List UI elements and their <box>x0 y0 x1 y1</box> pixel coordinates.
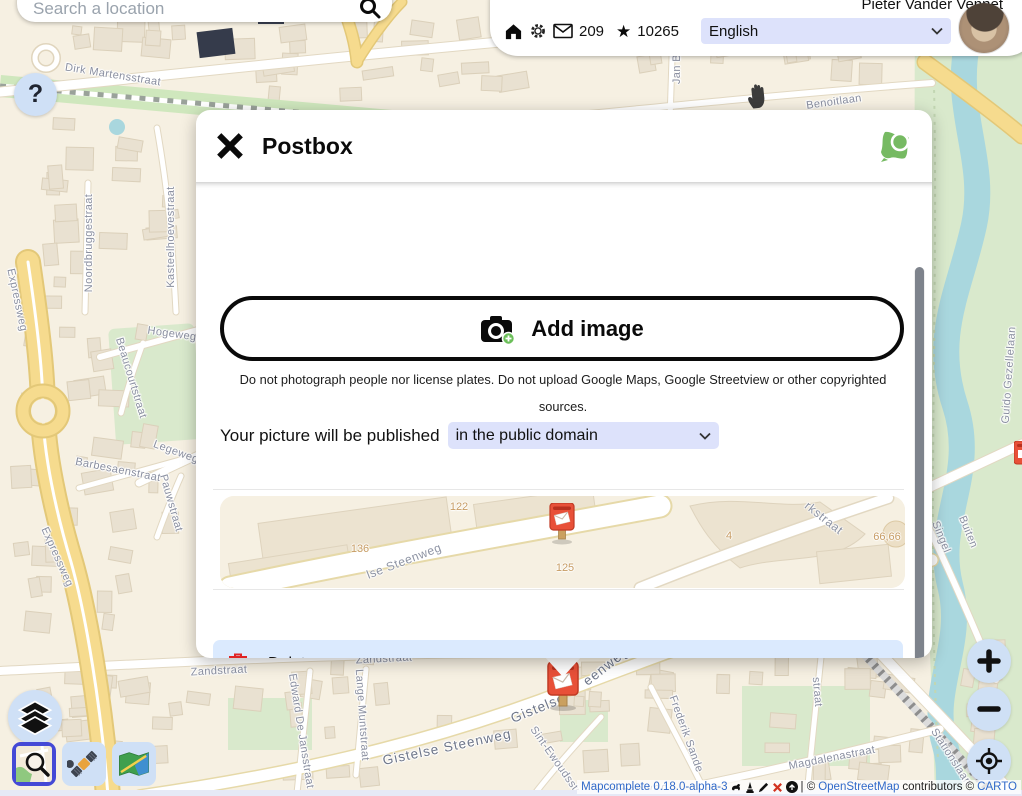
dialog-title: Postbox <box>262 133 353 160</box>
hand-cursor-icon <box>744 80 772 110</box>
envelope-icon[interactable] <box>553 23 573 39</box>
folded-map-icon <box>117 749 151 779</box>
help-button[interactable]: ? <box>14 73 57 116</box>
statue-icon <box>745 782 755 793</box>
scrollbar-thumb[interactable] <box>915 267 924 658</box>
background-layer-map-button[interactable] <box>112 742 156 786</box>
satellite-icon <box>67 747 101 781</box>
star-count[interactable]: 10265 <box>637 23 679 40</box>
crosshair-icon <box>975 747 1003 775</box>
attribution-separator: | © <box>801 781 816 793</box>
osm-map-icon <box>16 746 52 782</box>
layers-icon <box>16 699 54 735</box>
delete-button[interactable]: Delete <box>213 640 903 658</box>
contributors-text: contributors © <box>902 781 974 793</box>
minus-icon <box>977 697 1001 721</box>
mapcomplete-app: Dirk MartensstraatNoordbruggestraatKaste… <box>0 0 1022 796</box>
plus-icon <box>977 649 1001 673</box>
star-icon: ★ <box>616 23 631 40</box>
dialog-body: Add image Do not photograph people nor l… <box>196 182 932 658</box>
mapcomplete-logo-icon <box>878 129 912 163</box>
locate-button[interactable] <box>967 739 1011 783</box>
help-label: ? <box>28 80 43 109</box>
divider <box>213 589 904 590</box>
search-icon[interactable] <box>358 0 382 20</box>
search-input[interactable] <box>31 0 358 20</box>
dog-icon <box>731 782 742 793</box>
trash-icon <box>227 652 249 658</box>
language-select[interactable]: English <box>701 18 951 44</box>
add-image-label: Add image <box>531 316 643 342</box>
delete-label: Delete <box>268 655 314 658</box>
mapcomplete-version-link[interactable]: Mapcomplete 0.18.0-alpha-3 <box>581 781 727 793</box>
postbox-marker-edge[interactable] <box>1014 441 1022 477</box>
zoom-in-button[interactable] <box>967 639 1011 683</box>
feature-minimap[interactable]: 122136125466,66rkstraatlse Steenweg <box>220 496 905 588</box>
pencil-icon <box>758 782 769 793</box>
chevron-down-icon <box>931 27 943 35</box>
license-value: in the public domain <box>456 427 699 445</box>
dialog-pointer <box>544 656 582 677</box>
license-row: Your picture will be published in the pu… <box>220 422 719 449</box>
user-toolbar: Pieter Vander Vennet 209 ★ 10265 English <box>490 0 1022 56</box>
background-layer-satellite-button[interactable] <box>62 742 106 786</box>
license-select[interactable]: in the public domain <box>448 422 719 449</box>
zoom-out-button[interactable] <box>967 687 1011 731</box>
avatar[interactable] <box>959 3 1009 53</box>
close-icon[interactable] <box>216 132 244 160</box>
chevron-down-icon <box>699 432 711 440</box>
background-layer-osm-button[interactable] <box>12 742 56 786</box>
layers-button[interactable] <box>8 690 62 744</box>
language-value: English <box>709 23 931 40</box>
construction-icon <box>772 782 783 793</box>
home-icon[interactable] <box>504 22 523 41</box>
search-bar <box>17 0 392 22</box>
gear-icon[interactable] <box>529 22 547 40</box>
license-label: Your picture will be published <box>220 426 440 446</box>
dialog-header: Postbox <box>196 110 932 182</box>
divider <box>213 489 904 490</box>
scrollbar-track[interactable] <box>914 267 925 658</box>
osm-link[interactable]: OpenStreetMap <box>818 781 899 793</box>
message-count[interactable]: 209 <box>579 23 604 40</box>
carto-link[interactable]: CARTO <box>977 781 1017 793</box>
postbox-dialog: Postbox <box>196 110 932 658</box>
attribution-bar: Mapcomplete 0.18.0-alpha-3 | © OpenStree… <box>577 780 1021 794</box>
camera-icon <box>480 313 516 345</box>
add-image-button[interactable]: Add image <box>220 296 904 361</box>
image-policy-note: Do not photograph people nor license pla… <box>227 366 899 420</box>
postbox-marker-minimap[interactable] <box>548 503 576 547</box>
community-icon <box>786 781 798 793</box>
